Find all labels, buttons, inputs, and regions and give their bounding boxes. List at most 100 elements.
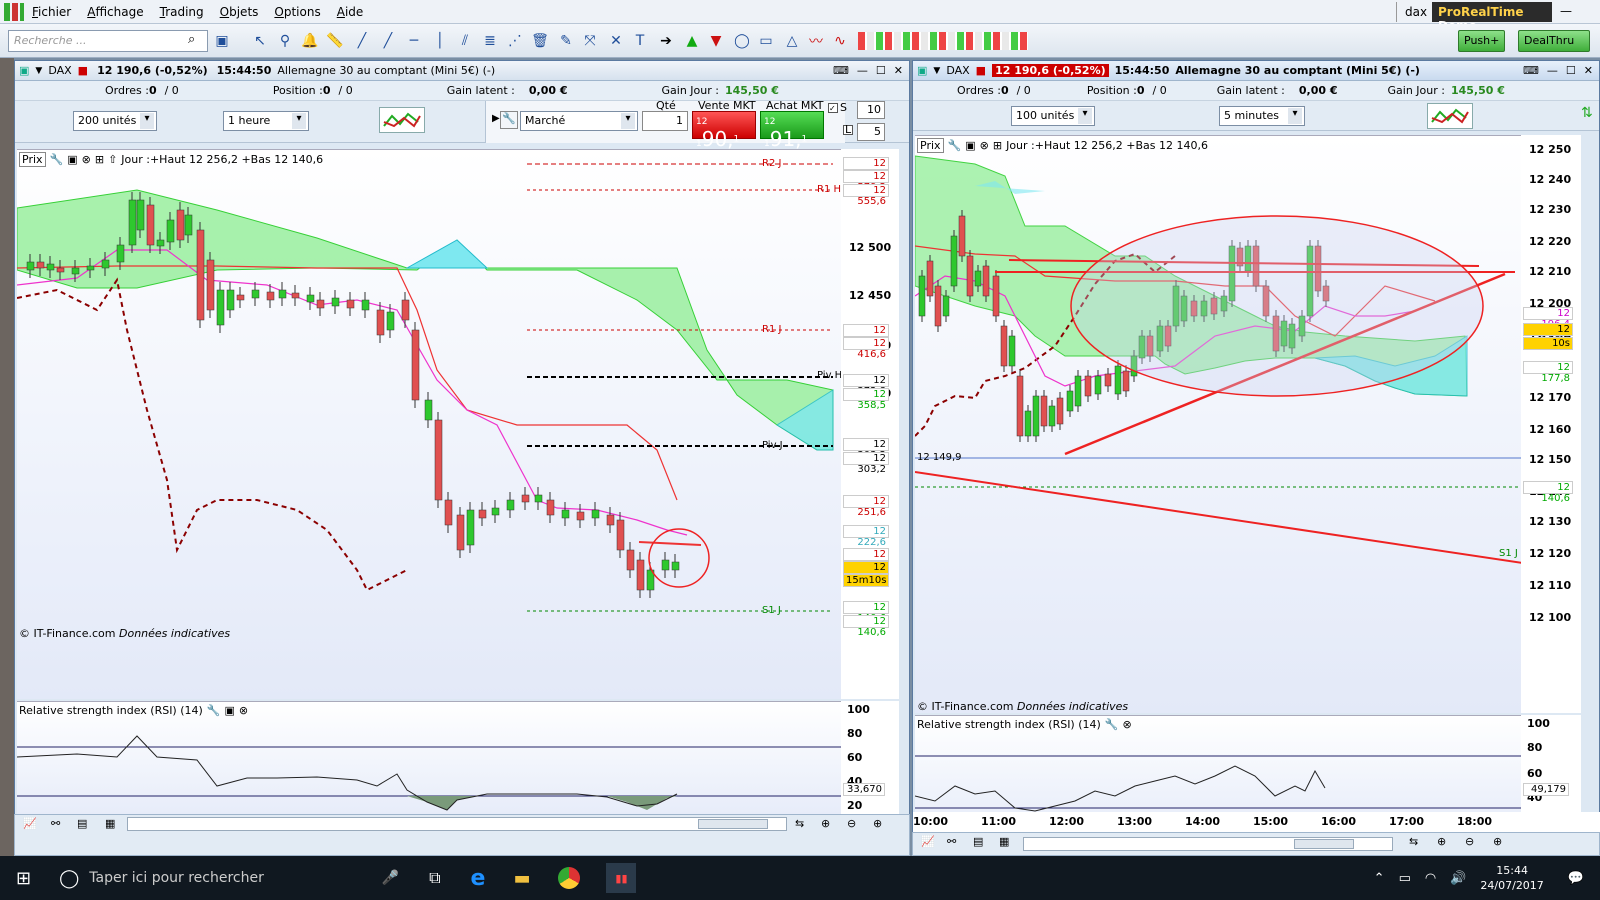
ellipse-icon[interactable]: ◯ [732, 31, 752, 51]
wifi-icon[interactable]: ◠ [1425, 871, 1436, 886]
instrument-title[interactable]: DAX [48, 64, 71, 77]
chevron-up-icon[interactable]: ⌃ [1374, 871, 1385, 886]
settings-icon[interactable]: ⊞ [95, 153, 104, 166]
window-icon[interactable]: ▣ [965, 139, 975, 152]
horizontal-scrollbar[interactable] [1023, 837, 1393, 851]
arrow-down-icon[interactable]: ▼ [706, 31, 726, 51]
notification-icon[interactable]: 💬 [1568, 871, 1584, 886]
edge-icon[interactable]: e [471, 866, 486, 891]
search-input[interactable]: Recherche ... [8, 30, 208, 52]
indicator-button[interactable] [379, 107, 425, 133]
arrow-up-icon[interactable]: ⇧ [108, 153, 117, 166]
text-icon[interactable]: T [630, 31, 650, 51]
taskbar-search[interactable]: ◯ Taper ici pour rechercher 🎤 [59, 860, 399, 896]
channel-icon[interactable]: ⫽ [455, 31, 475, 51]
units-select[interactable]: 100 unités [1011, 106, 1095, 126]
minimize-icon[interactable]: — [857, 64, 868, 77]
stop-input[interactable]: 10 [857, 101, 885, 119]
buy-button[interactable]: 12 191,1 [760, 111, 824, 151]
panel-toggle-icon[interactable]: ▶ [492, 113, 500, 124]
wrench-icon[interactable]: 🔧 [50, 153, 64, 166]
chrome-icon[interactable] [558, 867, 581, 889]
grid-icon[interactable]: ▦ [105, 817, 115, 830]
close-icon[interactable]: ✕ [1584, 64, 1593, 77]
timeframe-select[interactable]: 1 heure [223, 111, 309, 131]
wrench-icon[interactable]: 🔧 [500, 111, 518, 129]
zigzag-icon[interactable]: 〰 [806, 31, 826, 51]
fib-icon[interactable]: ≣ [480, 31, 500, 51]
chart-add-icon[interactable]: 📈 [23, 817, 37, 830]
settings-icon[interactable]: ⊞ [993, 139, 1002, 152]
push-button[interactable]: Push+ [1458, 30, 1506, 52]
menu-fichier[interactable]: Fichier [24, 5, 79, 19]
alert-icon[interactable]: 🔔 [300, 31, 320, 51]
battery-icon[interactable]: ▭ [1399, 871, 1411, 886]
horizontal-scrollbar[interactable] [127, 817, 787, 831]
rectangle-icon[interactable]: ▭ [756, 31, 776, 51]
price-chart[interactable]: R2 J R1 H R1 J Piv H Piv J S1 J Prix 🔧 ▣ ⊗ ⊞ … [16, 149, 842, 699]
order-type-select[interactable]: Marché [520, 111, 638, 131]
keyboard-icon[interactable]: ⌨ [1523, 64, 1539, 77]
zoom-in-icon[interactable]: ⊕ [1493, 835, 1502, 848]
timeframe-select[interactable]: 5 minutes [1219, 106, 1305, 126]
line-icon[interactable]: ╱ [352, 31, 372, 51]
zoom-out-icon[interactable]: ⊖ [1465, 835, 1474, 848]
search-icon[interactable]: ⌕ [188, 32, 195, 47]
color-palette[interactable] [858, 32, 1028, 50]
clock[interactable]: 15:44 24/07/2017 [1480, 863, 1543, 893]
zoom-icon[interactable]: ⚲ [275, 31, 295, 51]
maximize-icon[interactable]: ☐ [1566, 64, 1576, 77]
fan-icon[interactable]: ⋰ [505, 31, 525, 51]
menu-trading[interactable]: Trading [152, 5, 212, 19]
maximize-icon[interactable]: ☐ [876, 64, 886, 77]
menu-affichage[interactable]: Affichage [79, 5, 151, 19]
chart-add-icon[interactable]: 📈 [921, 835, 935, 848]
price-tab[interactable]: Prix [917, 138, 944, 153]
arrows-icon[interactable]: ⤧ [580, 31, 600, 51]
keyboard-icon[interactable]: ⌨ [833, 64, 849, 77]
close-icon[interactable]: ⊗ [980, 139, 989, 152]
chevron-down-icon[interactable]: ▼ [933, 66, 940, 76]
zoom-fit-icon[interactable]: ⊕ [1437, 835, 1446, 848]
microphone-icon[interactable]: 🎤 [382, 870, 399, 886]
vline-icon[interactable]: │ [430, 31, 450, 51]
hline-icon[interactable]: ─ [404, 31, 424, 51]
indicator-side-icon[interactable]: ⇅ [1581, 105, 1599, 135]
scroll-thumb[interactable] [698, 819, 768, 829]
binoculars-icon[interactable]: ⚯ [947, 835, 956, 848]
dealthru-button[interactable]: DealThru [1518, 30, 1590, 52]
limit-input[interactable]: 5 [857, 123, 885, 141]
zoom-fit-icon[interactable]: ⊕ [821, 817, 830, 830]
tools-icon[interactable]: ✎ [556, 31, 576, 51]
menu-options[interactable]: Options [266, 5, 328, 19]
table-icon[interactable]: ▤ [77, 817, 87, 830]
file-explorer-icon[interactable]: ▬ [513, 868, 530, 889]
price-tab[interactable]: Prix [19, 152, 46, 167]
table-icon[interactable]: ▤ [973, 835, 983, 848]
stop-checkbox[interactable]: ✓ [828, 103, 838, 113]
ruler-icon[interactable]: 📏 [325, 31, 345, 51]
window-icon[interactable]: ▣ [67, 153, 77, 166]
zoom-out-icon[interactable]: ⊖ [847, 817, 856, 830]
prorealtime-taskbar-icon[interactable]: ▮▮ [606, 863, 637, 893]
menu-objets[interactable]: Objets [212, 5, 267, 19]
windows-start-icon[interactable]: ⊞ [16, 868, 31, 889]
auto-scroll-icon[interactable]: ⇆ [795, 817, 804, 830]
wrench-icon[interactable]: 🔧 [207, 704, 221, 717]
price-chart[interactable]: Prix 🔧 ▣ ⊗ ⊞ Jour :+Haut 12 256,2 +Bas 1… [914, 135, 1530, 713]
sell-button[interactable]: 12 190,1 [692, 111, 756, 151]
close-icon[interactable]: ⊗ [239, 704, 248, 717]
task-view-icon[interactable]: ⧉ [429, 868, 440, 888]
triangle-icon[interactable]: △ [782, 31, 802, 51]
chevron-down-icon[interactable]: ▼ [35, 66, 42, 76]
units-select[interactable]: 200 unités [73, 111, 157, 131]
indicator-button[interactable] [1427, 103, 1473, 129]
close-icon[interactable]: ✕ [894, 64, 903, 77]
close-icon[interactable]: ⊗ [82, 153, 91, 166]
instrument-title[interactable]: DAX [946, 64, 969, 77]
wrench-icon[interactable]: 🔧 [948, 139, 962, 152]
trash-icon[interactable]: 🗑 [530, 31, 550, 51]
screen-icon[interactable]: ▣ [212, 31, 232, 51]
close-icon[interactable]: ⊗ [1123, 718, 1132, 731]
zoom-in-icon[interactable]: ⊕ [873, 817, 882, 830]
